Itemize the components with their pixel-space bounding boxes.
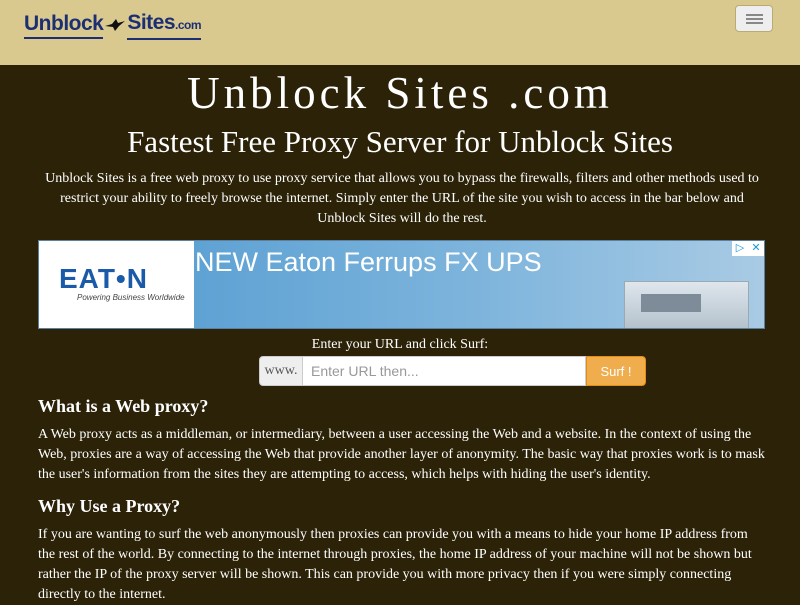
intro-text: Unblock Sites is a free web proxy to use… — [45, 171, 759, 226]
menu-toggle-button[interactable] — [735, 5, 773, 32]
ad-headline: NEW Eaton Ferrups FX UPS — [195, 247, 542, 277]
ad-choices-icon[interactable]: ▷ — [732, 241, 748, 256]
bird-icon — [105, 19, 126, 31]
url-prefix: www. — [259, 356, 303, 386]
ad-choices[interactable]: ▷ ✕ — [732, 241, 764, 256]
url-input[interactable] — [303, 356, 586, 386]
section-text-web-proxy: A Web proxy acts as a middleman, or inte… — [38, 427, 765, 482]
ad-logo-box: EAT•N Powering Business Worldwide — [39, 241, 194, 328]
section-text-why-proxy: If you are wanting to surf the web anony… — [38, 527, 752, 602]
logo-text-sites: Sites — [127, 11, 176, 34]
logo-text-unblock: Unblock — [24, 12, 104, 35]
logo-text-sites-wrap: Sites.com — [127, 10, 202, 40]
logo-text-ext: .com — [175, 18, 202, 32]
ups-device-image — [624, 281, 749, 328]
page-title: Unblock Sites .com — [187, 68, 613, 118]
url-form: www. Surf ! — [259, 356, 646, 386]
logo-text: Unblock — [24, 11, 104, 39]
ad-brand-logo: EAT•N — [59, 263, 148, 294]
section-heading-web-proxy: What is a Web proxy? — [38, 396, 209, 416]
navbar: Unblock Sites.com — [0, 0, 800, 65]
page-subtitle: Fastest Free Proxy Server for Unblock Si… — [127, 124, 673, 159]
ad-banner[interactable]: EAT•N Powering Business Worldwide NEW Ea… — [38, 240, 765, 329]
ad-tagline: Powering Business Worldwide — [77, 293, 185, 302]
url-form-label: Enter your URL and click Surf: — [311, 337, 489, 352]
ad-close-icon[interactable]: ✕ — [748, 241, 764, 256]
section-heading-why-proxy: Why Use a Proxy? — [38, 496, 181, 516]
surf-button[interactable]: Surf ! — [586, 356, 646, 386]
site-logo[interactable]: Unblock Sites.com — [24, 10, 202, 40]
